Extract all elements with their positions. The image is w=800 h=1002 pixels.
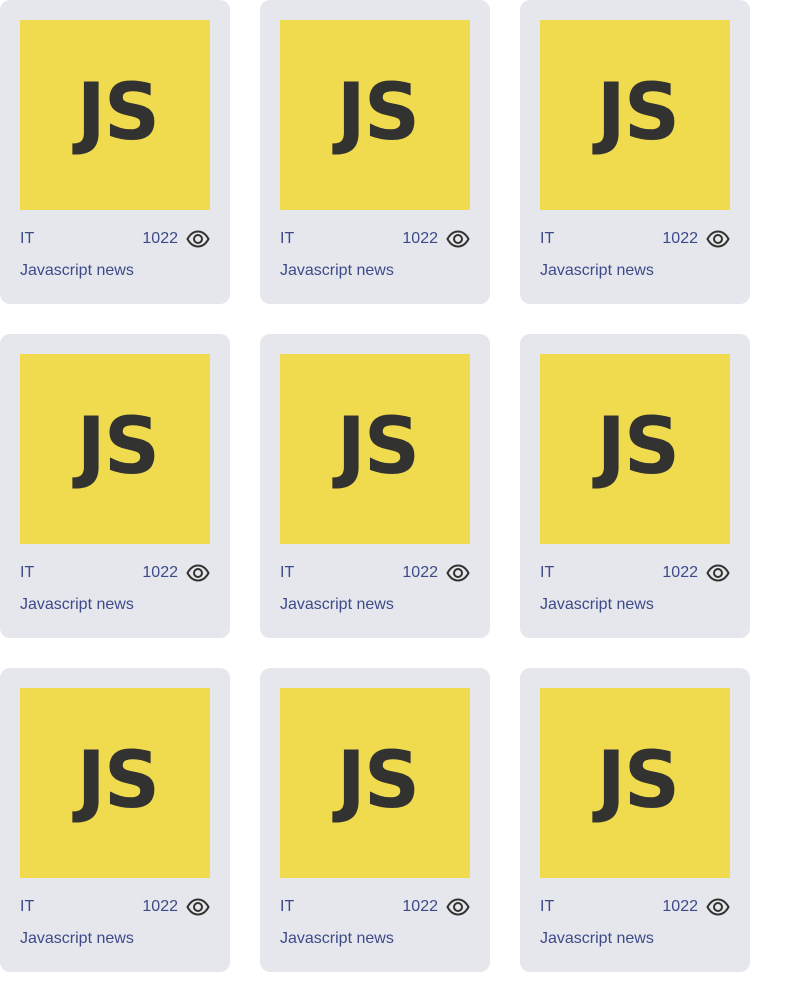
card-meta: IT 1022 [540, 564, 730, 582]
logo-text: JS [596, 402, 680, 492]
javascript-logo-image: JS [280, 354, 470, 544]
eye-icon [446, 564, 470, 582]
news-card[interactable]: JS IT 1022 Javascript news [260, 334, 490, 638]
views-count: 1022 [142, 230, 210, 248]
card-title: Javascript news [540, 596, 654, 613]
category-label: IT [540, 564, 555, 581]
card-meta: IT 1022 [280, 564, 470, 582]
card-title: Javascript news [280, 596, 394, 613]
card-title: Javascript news [540, 262, 654, 279]
views-number: 1022 [402, 898, 438, 915]
card-meta: IT 1022 [280, 898, 470, 916]
views-number: 1022 [402, 230, 438, 247]
news-card[interactable]: JS IT 1022 Javascript news [0, 334, 230, 638]
javascript-logo-image: JS [540, 354, 730, 544]
card-title: Javascript news [280, 262, 394, 279]
card-title: Javascript news [280, 930, 394, 947]
views-count: 1022 [402, 564, 470, 582]
card-meta: IT 1022 [540, 898, 730, 916]
eye-icon [706, 898, 730, 916]
views-count: 1022 [142, 564, 210, 582]
views-number: 1022 [142, 898, 178, 915]
javascript-logo-image: JS [20, 688, 210, 878]
category-label: IT [280, 898, 295, 915]
category-label: IT [280, 230, 295, 247]
eye-icon [186, 564, 210, 582]
logo-text: JS [76, 68, 160, 158]
news-card[interactable]: JS IT 1022 Javascript news [520, 668, 750, 972]
views-count: 1022 [662, 898, 730, 916]
logo-text: JS [76, 736, 160, 826]
javascript-logo-image: JS [280, 688, 470, 878]
views-number: 1022 [662, 898, 698, 915]
eye-icon [186, 230, 210, 248]
eye-icon [446, 898, 470, 916]
news-card[interactable]: JS IT 1022 Javascript news [260, 668, 490, 972]
views-count: 1022 [402, 898, 470, 916]
logo-text: JS [596, 736, 680, 826]
eye-icon [446, 230, 470, 248]
news-card[interactable]: JS IT 1022 Javascript news [520, 0, 750, 304]
card-title: Javascript news [20, 930, 134, 947]
logo-text: JS [596, 68, 680, 158]
logo-text: JS [336, 68, 420, 158]
category-label: IT [20, 898, 35, 915]
card-meta: IT 1022 [540, 230, 730, 248]
eye-icon [706, 564, 730, 582]
views-number: 1022 [662, 564, 698, 581]
category-label: IT [20, 230, 35, 247]
category-label: IT [540, 898, 555, 915]
views-count: 1022 [662, 230, 730, 248]
javascript-logo-image: JS [20, 354, 210, 544]
views-count: 1022 [402, 230, 470, 248]
logo-text: JS [76, 402, 160, 492]
javascript-logo-image: JS [20, 20, 210, 210]
views-number: 1022 [402, 564, 438, 581]
news-card[interactable]: JS IT 1022 Javascript news [520, 334, 750, 638]
category-label: IT [540, 230, 555, 247]
news-card[interactable]: JS IT 1022 Javascript news [260, 0, 490, 304]
news-card[interactable]: JS IT 1022 Javascript news [0, 0, 230, 304]
card-meta: IT 1022 [280, 230, 470, 248]
eye-icon [706, 230, 730, 248]
card-title: Javascript news [20, 596, 134, 613]
card-meta: IT 1022 [20, 230, 210, 248]
logo-text: JS [336, 402, 420, 492]
category-label: IT [280, 564, 295, 581]
javascript-logo-image: JS [540, 688, 730, 878]
views-count: 1022 [662, 564, 730, 582]
views-number: 1022 [142, 564, 178, 581]
javascript-logo-image: JS [280, 20, 470, 210]
views-number: 1022 [662, 230, 698, 247]
category-label: IT [20, 564, 35, 581]
news-card[interactable]: JS IT 1022 Javascript news [0, 668, 230, 972]
card-meta: IT 1022 [20, 564, 210, 582]
views-count: 1022 [142, 898, 210, 916]
javascript-logo-image: JS [540, 20, 730, 210]
logo-text: JS [336, 736, 420, 826]
eye-icon [186, 898, 210, 916]
card-title: Javascript news [540, 930, 654, 947]
card-title: Javascript news [20, 262, 134, 279]
news-grid: JS IT 1022 Javascript news JS IT 1022 Ja… [0, 0, 750, 972]
views-number: 1022 [142, 230, 178, 247]
card-meta: IT 1022 [20, 898, 210, 916]
